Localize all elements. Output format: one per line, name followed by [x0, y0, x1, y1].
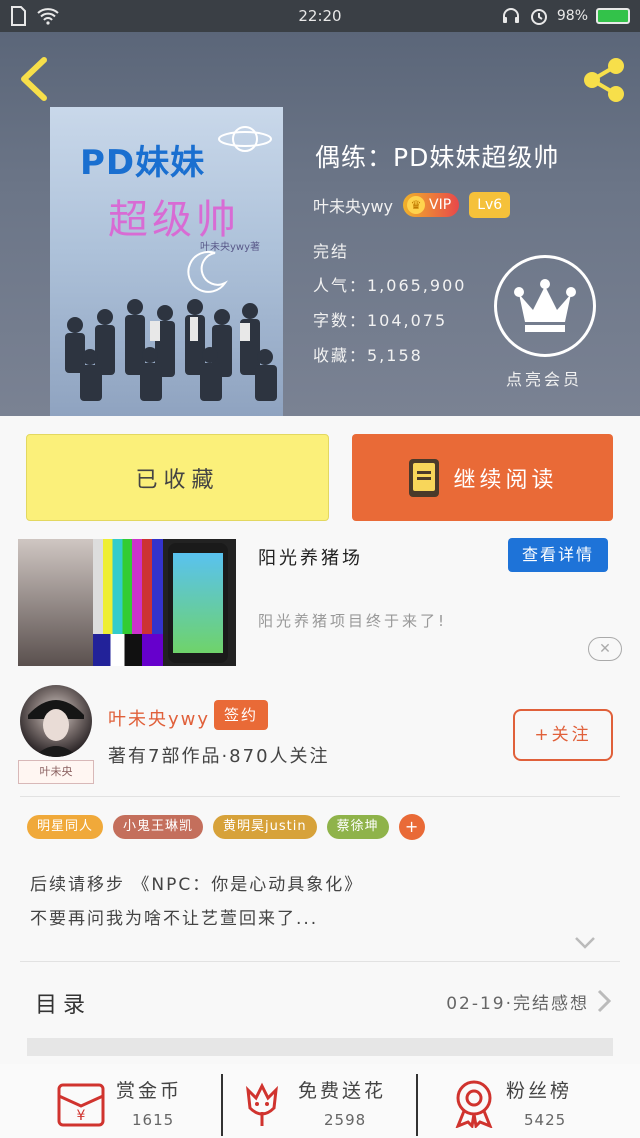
section-separator [27, 1038, 613, 1056]
continue-reading-button[interactable]: 继续阅读 [352, 434, 613, 521]
ad-color-bars [93, 539, 163, 634]
ad-color-bars-bottom [93, 634, 163, 666]
member-button[interactable] [494, 255, 596, 357]
send-flower-button[interactable]: 免费送花 2598 [224, 1064, 416, 1138]
book-intro: 后续请移步 《NPC：你是心动具象化》 不要再问我为啥不让艺萱回来了... [30, 868, 363, 936]
ad-description: 阳光养猪项目终于来了! [258, 612, 448, 630]
tag-item[interactable]: 黄明昊justin [213, 815, 317, 839]
member-label: 点亮会员 [505, 370, 582, 389]
reward-count: 1615 [132, 1111, 175, 1129]
book-favorites: 收藏：5,158 [313, 346, 423, 365]
cover-group-photo [65, 299, 277, 401]
intro-line: 不要再问我为啥不让艺萱回来了... [30, 909, 319, 929]
crown-icon: ♛ [407, 196, 426, 214]
catalog-row[interactable]: 目录 02-19·完结感想 [27, 963, 613, 1041]
vip-label: VIP [429, 197, 452, 213]
bottom-bar: ¥ 赏金币 1615 免费送花 2598 粉丝榜 5425 [0, 1064, 640, 1138]
ad-phone-screen [173, 553, 223, 653]
cover-title-line1: PD妹妹 [80, 143, 206, 183]
status-bar: 22:20 98% [0, 0, 640, 32]
vip-badge: ♛ VIP [403, 193, 460, 217]
tag-item[interactable]: 蔡徐坤 [326, 815, 389, 839]
medal-icon [455, 1080, 493, 1128]
battery-icon [596, 8, 630, 24]
ad-phone [168, 543, 228, 663]
tag-item[interactable]: 小鬼王琳凯 [113, 815, 204, 839]
add-tag-button[interactable]: + [398, 814, 425, 840]
ad-model-photo [18, 539, 93, 666]
flower-label: 免费送花 [298, 1080, 387, 1102]
divider [20, 796, 620, 797]
ad-banner: 阳光养猪场 查看详情 阳光养猪项目终于来了! ✕ [0, 530, 640, 675]
reward-label: 赏金币 [116, 1080, 183, 1102]
cover-title-line2: 超级帅 [108, 197, 240, 243]
intro-line: 后续请移步 《NPC：你是心动具象化》 [30, 875, 364, 895]
headphones-icon [502, 8, 519, 23]
author-name[interactable]: 叶未央ywy [108, 705, 210, 731]
avatar-figure [28, 700, 84, 757]
crown-icon [514, 279, 576, 332]
ad-detail-button[interactable]: 查看详情 [508, 538, 608, 572]
divider [221, 1074, 223, 1136]
book-cover[interactable]: PD妹妹 超级帅 叶未央ywy著 [50, 107, 283, 416]
signed-badge: 签约 [214, 700, 268, 730]
share-icon[interactable] [578, 54, 630, 106]
tag-list: 明星同人 小鬼王琳凯 黄明昊justin 蔡徐坤 + [27, 814, 425, 840]
follow-button[interactable]: +关注 [513, 709, 613, 761]
cover-planet-doodle [218, 126, 272, 152]
divider [416, 1074, 418, 1136]
catalog-label: 目录 [35, 993, 92, 1018]
catalog-latest-chapter: 02-19·完结感想 [446, 994, 589, 1014]
collected-button[interactable]: 已收藏 [26, 434, 329, 521]
alarm-clock-icon [530, 9, 547, 25]
reward-coins-button[interactable]: ¥ 赏金币 1615 [0, 1064, 218, 1138]
divider [20, 961, 620, 962]
ad-close-button[interactable]: ✕ [588, 637, 622, 661]
avatar-name-tag: 叶未央 [18, 760, 94, 784]
continue-reading-label: 继续阅读 [453, 467, 558, 493]
ad-title[interactable]: 阳光养猪场 [258, 544, 363, 570]
author-line: 叶未央ywy ♛ VIP Lv6 [313, 192, 511, 218]
book-status: 完结 [313, 242, 350, 261]
author-avatar[interactable] [20, 685, 92, 757]
book-title: 偶练：PD妹妹超级帅 [315, 143, 560, 172]
book-popularity: 人气：1,065,900 [313, 276, 467, 295]
tag-item[interactable]: 明星同人 [27, 815, 104, 839]
book-icon [409, 458, 440, 497]
book-word-count: 字数：104,075 [313, 311, 448, 330]
fans-count: 5425 [524, 1111, 567, 1129]
book-author[interactable]: 叶未央ywy [313, 193, 393, 217]
book-header: PD妹妹 超级帅 叶未央ywy著 偶练：PD妹妹超级帅 叶未央ywy ♛ VIP… [0, 32, 640, 416]
fans-label: 粉丝榜 [506, 1080, 573, 1102]
back-arrow-icon[interactable] [14, 54, 54, 104]
battery-percent: 98% [556, 8, 588, 24]
red-envelope-icon: ¥ [57, 1083, 105, 1127]
level-badge: Lv6 [469, 192, 511, 218]
flower-icon [246, 1082, 278, 1126]
svg-text:¥: ¥ [77, 1108, 86, 1124]
chevron-right-icon [597, 989, 612, 1013]
status-right: 98% [501, 6, 630, 26]
author-stats: 著有7部作品·870人关注 [108, 746, 330, 767]
chevron-down-icon[interactable] [574, 934, 596, 952]
ad-image[interactable] [18, 539, 236, 666]
flower-count: 2598 [324, 1111, 367, 1129]
fans-ranking-button[interactable]: 粉丝榜 5425 [420, 1064, 640, 1138]
